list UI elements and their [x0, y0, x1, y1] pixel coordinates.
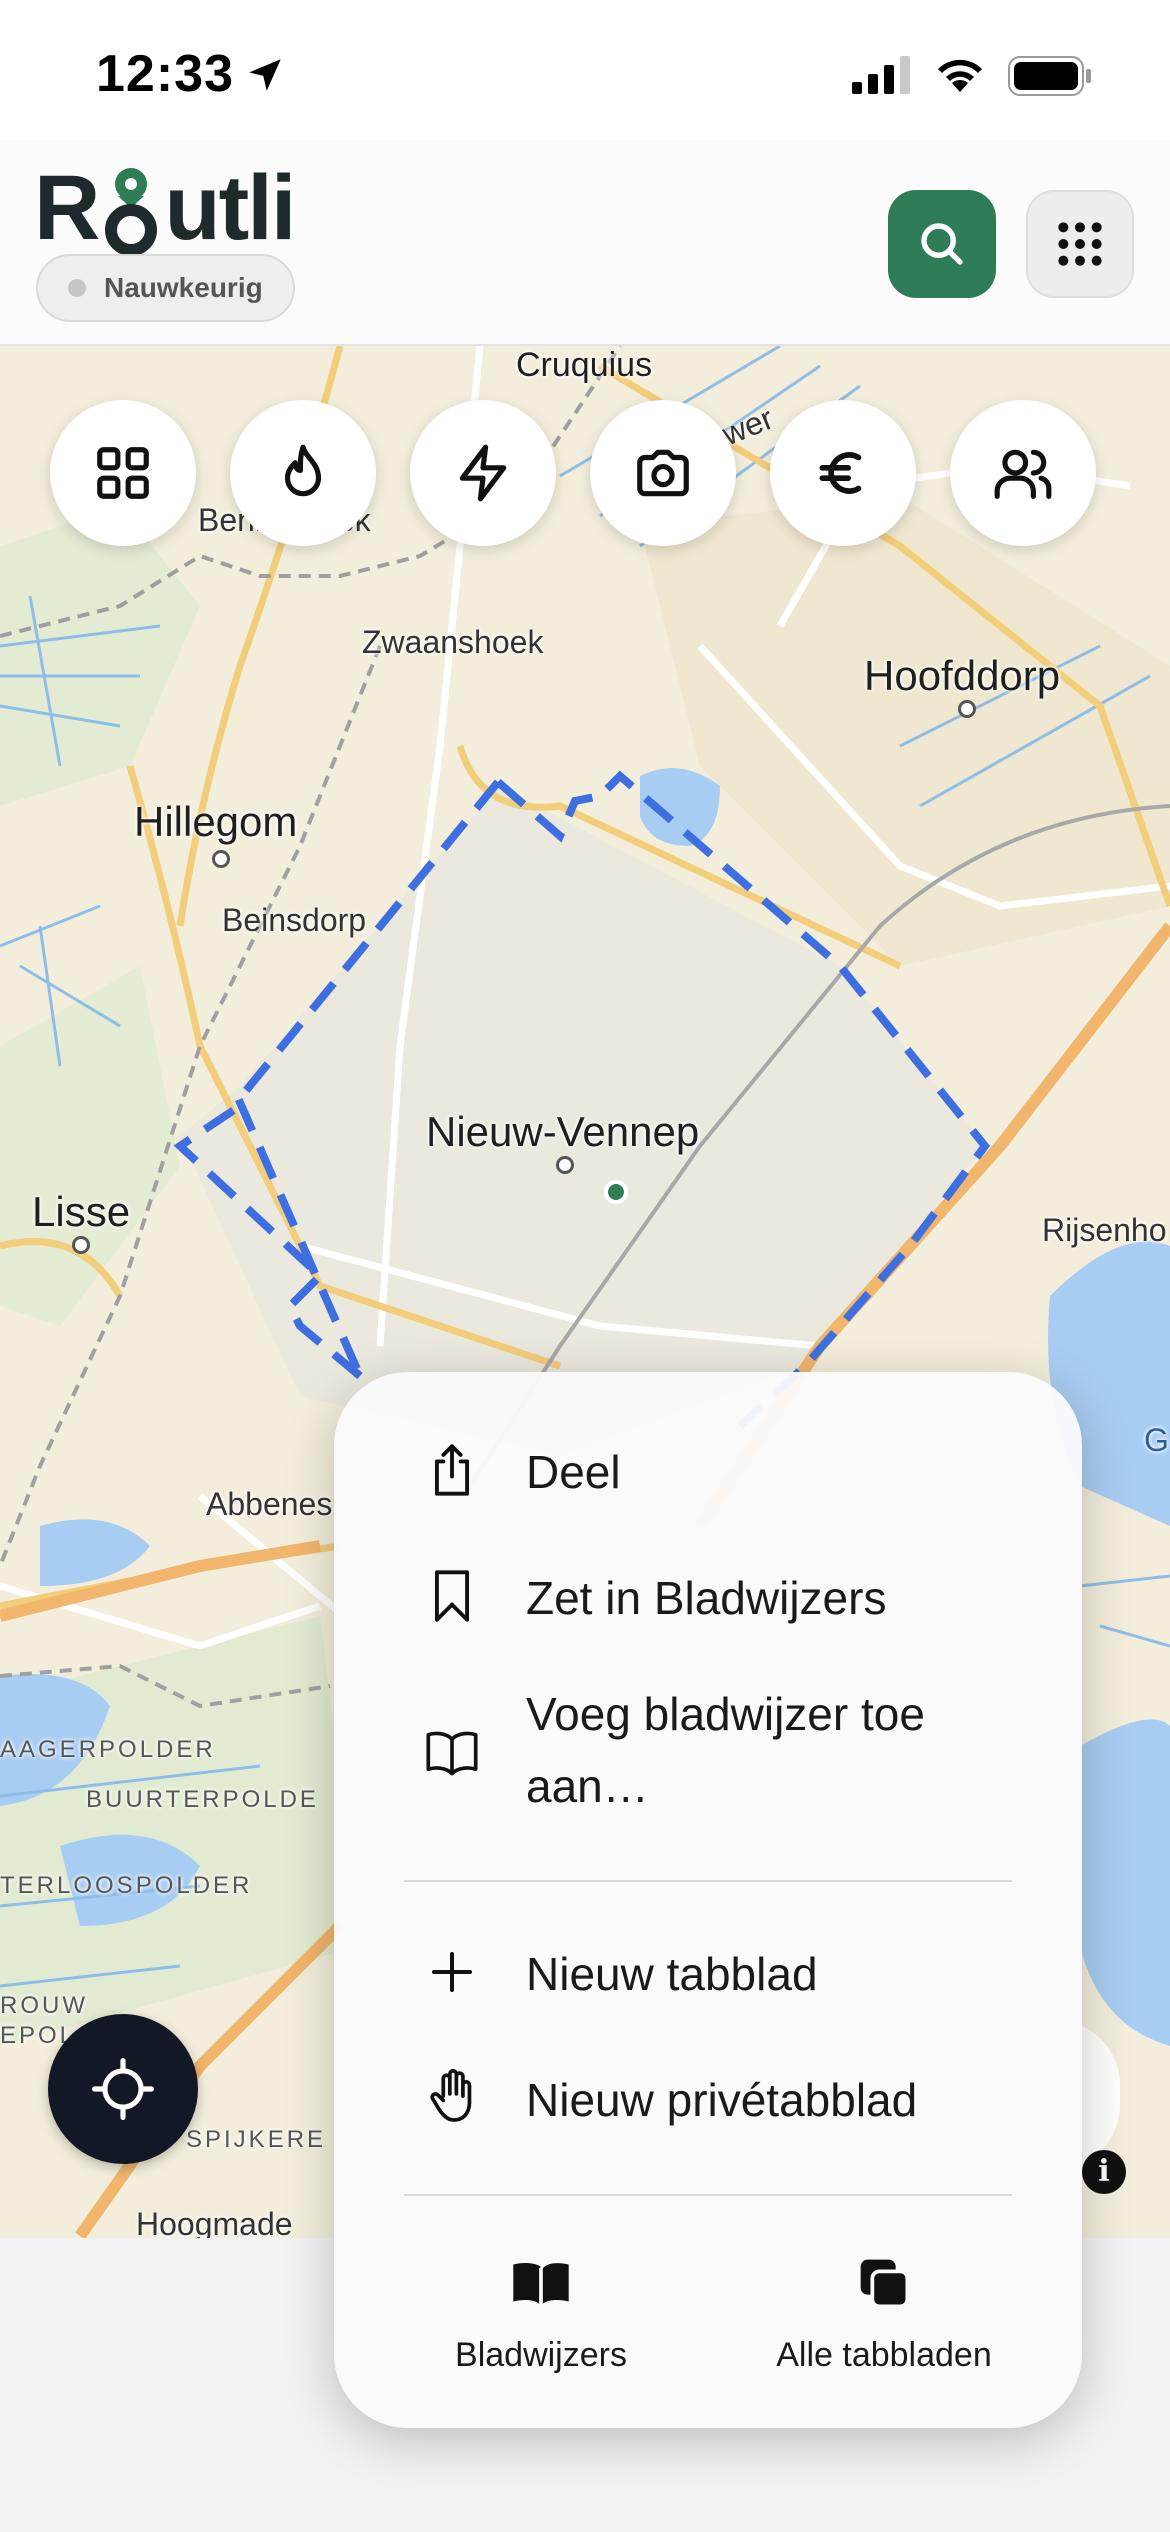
users-icon [994, 449, 1052, 499]
map-label-hoofddorp: Hoofddorp [864, 652, 1061, 699]
map-label-lisse: Lisse [32, 1188, 131, 1235]
status-time: 12:33 [96, 45, 234, 103]
logo-text-suffix: utli [164, 157, 296, 259]
current-location-marker [604, 1180, 628, 1204]
browser-context-menu: Deel Zet in Bladwijzers Voeg bladwijzer … [334, 1372, 1082, 2428]
bookmarks-book-icon [396, 2248, 686, 2318]
category-popular-button[interactable] [230, 400, 376, 546]
routli-logo[interactable]: R utli [34, 157, 296, 259]
search-button[interactable] [888, 190, 996, 298]
all-tabs-button[interactable]: Alle tabbladen [734, 2248, 1034, 2398]
menu-divider [404, 1880, 1012, 1882]
apps-menu-button[interactable] [1026, 190, 1134, 298]
status-bar: 12:33 [0, 0, 1170, 140]
grid-icon [97, 447, 149, 499]
logo-text-prefix: R [34, 157, 100, 259]
menu-label-add-bookmark-to: Voeg bladwijzer toe aan… [526, 1688, 925, 1812]
bookmarks-label: Bladwijzers [455, 2336, 627, 2374]
category-filter-row [50, 400, 1120, 548]
camera-icon [637, 449, 689, 497]
map-label-zwaanshoek: Zwaanshoek [362, 624, 544, 660]
menu-label-share: Deel [526, 1446, 621, 1498]
search-icon [921, 223, 963, 265]
place-dot-hoofddorp [958, 700, 976, 718]
map-label-haagerpolder: AAGERPOLDER [0, 1736, 216, 1763]
euro-icon [819, 452, 862, 494]
app-root: 12:33 R utli Nauwkeurig Cruquius wer Zwa… [0, 0, 1170, 2532]
plus-icon [424, 1944, 480, 2000]
cell-signal-icon [852, 56, 910, 94]
category-price-button[interactable] [770, 400, 916, 546]
map-info-icon[interactable]: i [1082, 2150, 1126, 2194]
map-label-abbenes: Abbenes [206, 1486, 333, 1522]
category-charging-button[interactable] [410, 400, 556, 546]
share-icon [424, 1442, 480, 1498]
place-dot-lisse [72, 1236, 90, 1254]
map-label-buurterpolder: BUURTERPOLDE [86, 1786, 319, 1813]
menu-divider [404, 2194, 1012, 2196]
bookmarks-button[interactable]: Bladwijzers [396, 2248, 686, 2398]
menu-item-new-tab[interactable]: Nieuw tabblad [334, 1930, 1082, 2020]
menu-label-new-private-tab: Nieuw privétabblad [526, 2074, 918, 2126]
dots-grid-icon [1058, 222, 1102, 266]
accuracy-label: Nauwkeurig [104, 272, 263, 303]
menu-label-new-tab: Nieuw tabblad [526, 1948, 818, 2000]
locate-me-button[interactable] [48, 2014, 198, 2164]
menu-item-share[interactable]: Deel [334, 1428, 1082, 1518]
category-community-button[interactable] [950, 400, 1096, 546]
map-label-rijsenhout: Rijsenho [1042, 1212, 1167, 1248]
app-header: R utli Nauwkeurig [0, 140, 1170, 346]
map-label-beinsdorp: Beinsdorp [222, 902, 367, 938]
place-dot-hillegom [212, 850, 230, 868]
location-arrow-icon [249, 59, 281, 91]
flame-icon [284, 444, 322, 497]
map-label-spijker: SPIJKERE [186, 2126, 327, 2153]
book-open-icon [424, 1724, 480, 1780]
menu-label-add-bookmark: Zet in Bladwijzers [526, 1572, 887, 1624]
map-label-oosterpolder: TERLOOSPOLDER [0, 1872, 253, 1899]
map-label-rouw: ROUW [0, 1992, 88, 2019]
battery-icon [1008, 56, 1091, 96]
menu-item-add-bookmark-to[interactable]: Voeg bladwijzer toe aan… [334, 1678, 1082, 1828]
hand-icon [424, 2068, 480, 2124]
map-label-nieuw-vennep: Nieuw-Vennep [426, 1108, 700, 1155]
wifi-icon [938, 59, 982, 92]
map-label-hoogmade: Hoogmade [136, 2206, 293, 2238]
tabs-icon [734, 2248, 1034, 2318]
lightning-icon [459, 444, 507, 502]
crosshair-icon [92, 2058, 154, 2120]
place-dot-nieuw-vennep [556, 1156, 574, 1174]
accuracy-dot-icon [68, 279, 86, 297]
map-label-cruquius: Cruquius [516, 346, 653, 384]
bookmark-icon [424, 1568, 480, 1624]
menu-item-add-bookmark[interactable]: Zet in Bladwijzers [334, 1554, 1082, 1644]
all-tabs-label: Alle tabbladen [776, 2336, 992, 2374]
map-label-hillegom: Hillegom [134, 798, 298, 845]
map-label-g: G [1144, 1422, 1169, 1458]
category-camera-button[interactable] [590, 400, 736, 546]
logo-pin-icon [100, 162, 162, 256]
category-all-button[interactable] [50, 400, 196, 546]
accuracy-badge[interactable]: Nauwkeurig [36, 254, 295, 322]
menu-item-new-private-tab[interactable]: Nieuw privétabblad [334, 2056, 1082, 2146]
